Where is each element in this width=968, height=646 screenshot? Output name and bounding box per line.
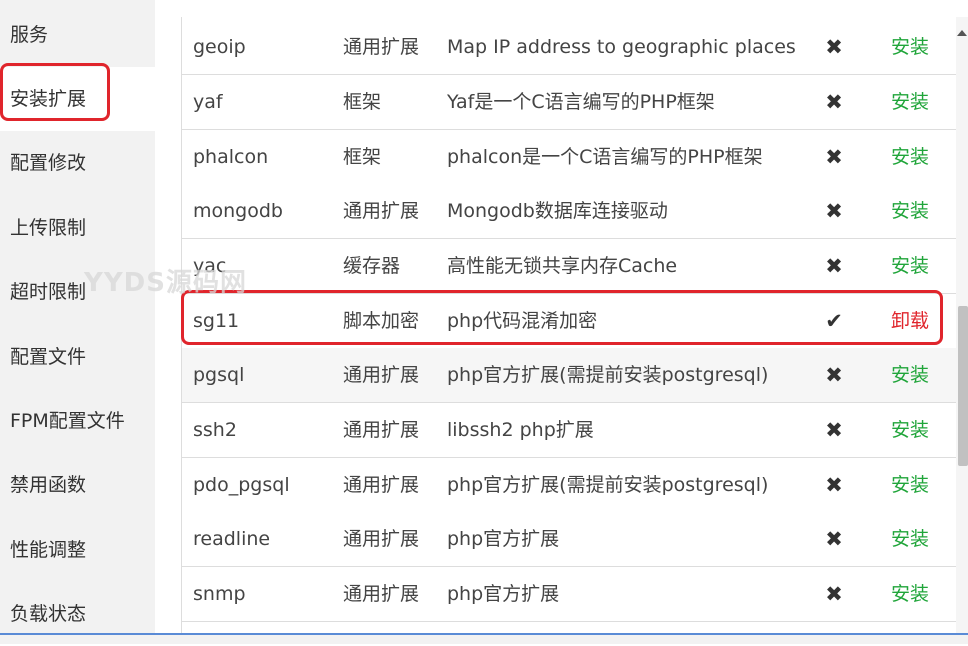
extension-description: Yaf是一个C语言编写的PHP框架 bbox=[447, 91, 715, 113]
sidebar-item-fpm-config-file[interactable]: FPM配置文件 bbox=[0, 389, 155, 453]
table-row: pdo_pgsql 通用扩展 php官方扩展(需提前安装postgresql) … bbox=[182, 458, 957, 513]
extension-description: 高性能无锁共享内存Cache bbox=[447, 255, 678, 277]
not-installed-icon: ✖ bbox=[825, 363, 843, 387]
not-installed-icon: ✖ bbox=[825, 254, 843, 278]
not-installed-icon: ✖ bbox=[825, 527, 843, 551]
table-row: geoip 通用扩展 Map IP address to geographic … bbox=[182, 20, 957, 75]
sidebar-item-upload-limit[interactable]: 上传限制 bbox=[0, 196, 155, 260]
not-installed-icon: ✖ bbox=[825, 473, 843, 497]
install-button[interactable]: 安装 bbox=[885, 567, 935, 621]
table-row: yaf 框架 Yaf是一个C语言编写的PHP框架 ✖ 安装 bbox=[182, 75, 957, 130]
extension-name: pgsql bbox=[193, 364, 245, 386]
extension-name: readline bbox=[193, 528, 271, 550]
not-installed-icon: ✖ bbox=[825, 145, 843, 169]
install-button[interactable]: 安装 bbox=[885, 348, 935, 402]
table-row: snmp 通用扩展 php官方扩展 ✖ 安装 bbox=[182, 567, 957, 622]
scrollbar-thumb[interactable] bbox=[958, 306, 968, 466]
install-button[interactable]: 安装 bbox=[885, 20, 935, 74]
extension-name: phalcon bbox=[193, 146, 269, 168]
table-row: pgsql 通用扩展 php官方扩展(需提前安装postgresql) ✖ 安装 bbox=[182, 348, 957, 403]
install-button[interactable]: 安装 bbox=[885, 403, 935, 457]
extension-name: yac bbox=[193, 255, 227, 277]
install-button[interactable]: 安装 bbox=[885, 75, 935, 129]
extension-name: snmp bbox=[193, 583, 246, 605]
extension-type: 缓存器 bbox=[343, 255, 401, 277]
table-row: phalcon 框架 phalcon是一个C语言编写的PHP框架 ✖ 安装 bbox=[182, 130, 957, 185]
extension-description: php官方扩展 bbox=[447, 583, 560, 605]
extension-description: Mongodb数据库连接驱动 bbox=[447, 200, 668, 222]
extension-type: 脚本加密 bbox=[343, 310, 420, 332]
table-row: sg11 脚本加密 php代码混淆加密 ✔ 卸载 bbox=[182, 294, 957, 349]
extension-name: pdo_pgsql bbox=[193, 474, 290, 496]
extension-type: 通用扩展 bbox=[343, 419, 420, 441]
extension-type: 通用扩展 bbox=[343, 474, 420, 496]
extension-type: 通用扩展 bbox=[343, 528, 420, 550]
extension-description: php官方扩展(需提前安装postgresql) bbox=[447, 474, 769, 496]
install-button[interactable]: 安装 bbox=[885, 458, 935, 512]
sidebar-item-performance-tuning[interactable]: 性能调整 bbox=[0, 518, 155, 582]
extension-description: php官方扩展(需提前安装postgresql) bbox=[447, 364, 769, 386]
table-row: ssh2 通用扩展 libssh2 php扩展 ✖ 安装 bbox=[182, 403, 957, 458]
scroll-up-arrow-icon[interactable] bbox=[957, 30, 967, 36]
bottom-edge-bar bbox=[0, 633, 968, 644]
table-row: mongodb 通用扩展 Mongodb数据库连接驱动 ✖ 安装 bbox=[182, 184, 957, 239]
extension-type: 通用扩展 bbox=[343, 364, 420, 386]
extension-description: php代码混淆加密 bbox=[447, 310, 598, 332]
active-item-highlight bbox=[0, 63, 110, 121]
extension-name: mongodb bbox=[193, 200, 283, 222]
extension-type: 框架 bbox=[343, 91, 382, 113]
extension-description: phalcon是一个C语言编写的PHP框架 bbox=[447, 146, 763, 168]
extension-description: php官方扩展 bbox=[447, 528, 560, 550]
extension-type: 通用扩展 bbox=[343, 583, 420, 605]
install-button[interactable]: 安装 bbox=[885, 512, 935, 566]
extension-type: 框架 bbox=[343, 146, 382, 168]
table-row: readline 通用扩展 php官方扩展 ✖ 安装 bbox=[182, 512, 957, 567]
not-installed-icon: ✖ bbox=[825, 90, 843, 114]
not-installed-icon: ✖ bbox=[825, 418, 843, 442]
extension-name: ssh2 bbox=[193, 419, 237, 441]
install-button[interactable]: 安装 bbox=[885, 184, 935, 238]
sidebar-item-service[interactable]: 服务 bbox=[0, 3, 155, 67]
extension-type: 通用扩展 bbox=[343, 200, 420, 222]
table-row: yac 缓存器 高性能无锁共享内存Cache ✖ 安装 bbox=[182, 239, 957, 294]
installed-check-icon: ✔ bbox=[825, 309, 843, 333]
not-installed-icon: ✖ bbox=[825, 35, 843, 59]
extension-name: geoip bbox=[193, 36, 246, 58]
extension-type: 通用扩展 bbox=[343, 36, 420, 58]
install-button[interactable]: 安装 bbox=[885, 239, 935, 293]
uninstall-button[interactable]: 卸载 bbox=[885, 294, 935, 348]
sidebar-item-config-file[interactable]: 配置文件 bbox=[0, 325, 155, 389]
install-button[interactable]: 安装 bbox=[885, 130, 935, 184]
extension-description: Map IP address to geographic places bbox=[447, 36, 796, 58]
sidebar-item-timeout-limit[interactable]: 超时限制 bbox=[0, 260, 155, 324]
sidebar-item-config-edit[interactable]: 配置修改 bbox=[0, 131, 155, 195]
not-installed-icon: ✖ bbox=[825, 582, 843, 606]
extensions-table: geoip 通用扩展 Map IP address to geographic … bbox=[181, 17, 958, 644]
extension-name: sg11 bbox=[193, 310, 240, 332]
sidebar-item-disabled-functions[interactable]: 禁用函数 bbox=[0, 453, 155, 517]
extension-name: yaf bbox=[193, 91, 223, 113]
extension-description: libssh2 php扩展 bbox=[447, 419, 594, 441]
not-installed-icon: ✖ bbox=[825, 199, 843, 223]
